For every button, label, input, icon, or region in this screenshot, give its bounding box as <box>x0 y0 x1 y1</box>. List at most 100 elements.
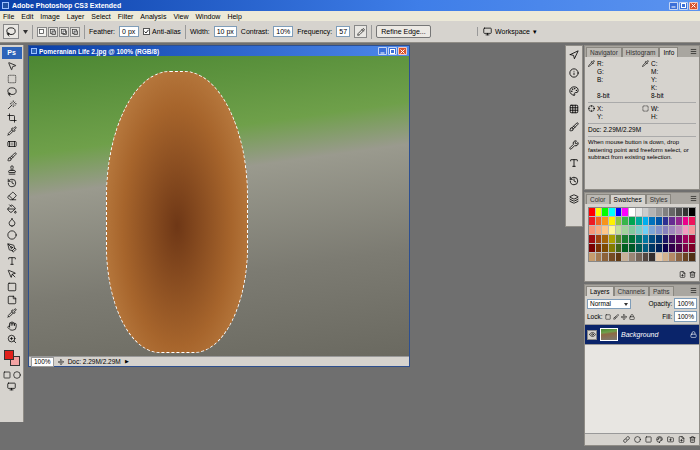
new-group-icon[interactable] <box>667 436 674 443</box>
lock-transparency-icon[interactable] <box>605 314 611 320</box>
adjustment-layer-icon[interactable] <box>656 436 663 443</box>
panel-tab[interactable]: Histogram <box>622 47 660 57</box>
swatch[interactable] <box>656 217 662 225</box>
opacity-field[interactable]: 100% <box>674 298 697 309</box>
contrast-field[interactable]: 10% <box>273 26 293 37</box>
swatch[interactable] <box>663 253 669 261</box>
swatch[interactable] <box>629 208 635 216</box>
swatch[interactable] <box>643 226 649 234</box>
swatch[interactable] <box>616 208 622 216</box>
lock-all-icon[interactable] <box>629 314 635 320</box>
close-button[interactable] <box>689 2 698 10</box>
tool-button[interactable] <box>3 99 21 111</box>
frequency-field[interactable]: 57 <box>336 26 350 37</box>
swatch[interactable] <box>669 253 675 261</box>
selection-mode-button[interactable] <box>48 27 58 37</box>
swatch[interactable] <box>609 217 615 225</box>
swatch[interactable] <box>689 208 695 216</box>
swatch[interactable] <box>683 217 689 225</box>
tool-button[interactable] <box>3 73 21 85</box>
swatch[interactable] <box>683 208 689 216</box>
swatch[interactable] <box>609 208 615 216</box>
swatch[interactable] <box>683 235 689 243</box>
workspace-menu[interactable]: Workspace▾ <box>477 27 537 36</box>
anti-alias-checkbox[interactable]: Anti-alias <box>143 27 181 36</box>
tool-button[interactable] <box>3 112 21 124</box>
minimize-button[interactable] <box>669 2 678 10</box>
swatch[interactable] <box>602 235 608 243</box>
swatch[interactable] <box>596 217 602 225</box>
screen-mode-icon[interactable] <box>7 382 16 391</box>
swatch[interactable] <box>649 208 655 216</box>
swatch[interactable] <box>689 235 695 243</box>
swatch[interactable] <box>663 235 669 243</box>
swatch[interactable] <box>669 208 675 216</box>
tool-preset-picker[interactable] <box>3 24 19 39</box>
selection-mode-button[interactable] <box>59 27 69 37</box>
delete-layer-icon[interactable] <box>689 436 696 443</box>
history-icon[interactable] <box>569 176 579 186</box>
swatch[interactable] <box>589 244 595 252</box>
swatch[interactable] <box>602 244 608 252</box>
swatch[interactable] <box>643 235 649 243</box>
swatch[interactable] <box>602 226 608 234</box>
swatch[interactable] <box>596 235 602 243</box>
swatch[interactable] <box>616 244 622 252</box>
swatch[interactable] <box>636 253 642 261</box>
swatch[interactable] <box>636 235 642 243</box>
menu-item[interactable]: Image <box>40 12 59 21</box>
visibility-toggle[interactable] <box>587 330 597 340</box>
swatch[interactable] <box>616 235 622 243</box>
panel-tab[interactable]: Styles <box>646 194 672 204</box>
tool-button[interactable] <box>3 86 21 98</box>
swatch[interactable] <box>629 235 635 243</box>
close-button[interactable] <box>398 47 407 55</box>
lock-position-icon[interactable] <box>621 314 627 320</box>
color-icon[interactable] <box>569 86 579 96</box>
swatch[interactable] <box>629 226 635 234</box>
swatch[interactable] <box>636 208 642 216</box>
swatch[interactable] <box>636 244 642 252</box>
swatch[interactable] <box>589 235 595 243</box>
menu-item[interactable]: Analysis <box>140 12 166 21</box>
swatch[interactable] <box>643 208 649 216</box>
swatch[interactable] <box>596 208 602 216</box>
swatch[interactable] <box>663 226 669 234</box>
tool-button[interactable] <box>3 138 21 150</box>
panel-menu-icon[interactable] <box>690 287 697 294</box>
swatch[interactable] <box>649 244 655 252</box>
swatch[interactable] <box>669 235 675 243</box>
swatch[interactable] <box>609 235 615 243</box>
info-icon[interactable] <box>569 68 579 78</box>
quick-mask-icon[interactable] <box>13 371 21 379</box>
swatch[interactable] <box>676 226 682 234</box>
panel-tab[interactable]: Swatches <box>610 194 646 204</box>
swatch[interactable] <box>622 208 628 216</box>
swatch[interactable] <box>669 217 675 225</box>
swatch[interactable] <box>622 226 628 234</box>
swatch[interactable] <box>683 253 689 261</box>
swatch[interactable] <box>676 235 682 243</box>
swatch[interactable] <box>689 253 695 261</box>
zoom-field[interactable]: 100% <box>31 357 54 367</box>
layers-icon[interactable] <box>569 194 579 204</box>
link-layers-icon[interactable] <box>623 436 630 443</box>
menu-item[interactable]: View <box>173 12 188 21</box>
swatch[interactable] <box>643 244 649 252</box>
navigator-icon[interactable] <box>569 50 579 60</box>
tool-button[interactable] <box>3 281 21 293</box>
swatch[interactable] <box>649 217 655 225</box>
swatch[interactable] <box>643 217 649 225</box>
swatch[interactable] <box>649 226 655 234</box>
maximize-button[interactable] <box>388 47 397 55</box>
selection-mode-button[interactable] <box>37 27 47 37</box>
swatch[interactable] <box>663 208 669 216</box>
tool-button[interactable] <box>3 307 21 319</box>
checkbox-box[interactable] <box>143 28 150 35</box>
swatch[interactable] <box>636 217 642 225</box>
width-field[interactable]: 10 px <box>214 26 237 37</box>
layer-row[interactable]: Background <box>585 325 699 345</box>
fill-field[interactable]: 100% <box>674 311 697 322</box>
panel-tab[interactable]: Channels <box>614 286 649 296</box>
swatch[interactable] <box>616 226 622 234</box>
